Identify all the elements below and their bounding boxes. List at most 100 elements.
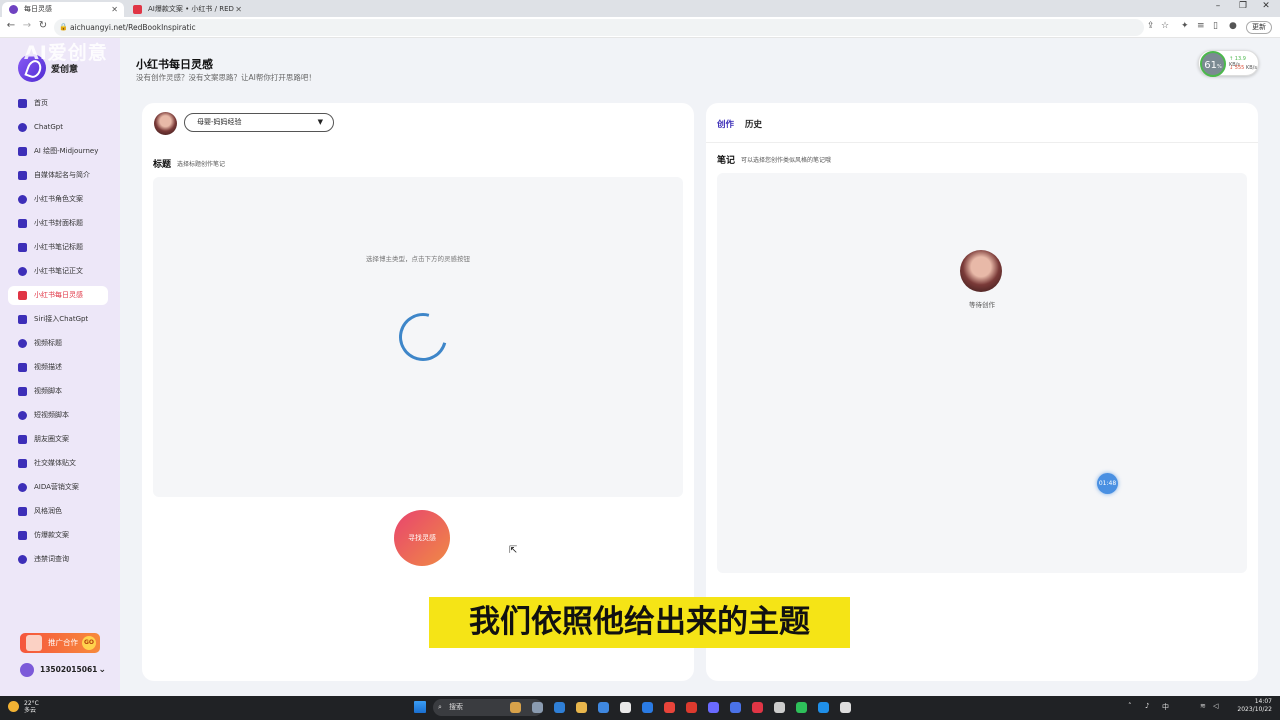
sidebar-item-label: 小红书角色文案 <box>34 195 83 203</box>
sidebar-item-label: 视频脚本 <box>34 387 62 395</box>
window-app-icon[interactable] <box>532 702 543 713</box>
app-icon[interactable] <box>642 702 653 713</box>
tab-create[interactable]: 创作 <box>717 118 734 130</box>
capcut-icon[interactable] <box>840 702 851 713</box>
url-field[interactable]: 🔒 aichuangyi.net/RedBookInspiratic <box>54 19 1144 36</box>
page-title: 小红书每日灵感 <box>136 58 213 71</box>
extensions-icon[interactable]: ✦ <box>1181 21 1189 31</box>
category-select[interactable]: 母婴-妈妈经验 ▼ <box>184 113 334 132</box>
weather-widget[interactable]: 22°C 多云 <box>8 700 39 714</box>
tab-title: 每日灵感 <box>24 5 52 13</box>
files-app-icon[interactable] <box>510 702 521 713</box>
profile-icon[interactable]: ● <box>1229 21 1237 31</box>
book-icon <box>18 195 27 204</box>
pen-app-icon[interactable] <box>620 702 631 713</box>
video-subtitle: 我们依照他给出来的主题 <box>429 597 850 648</box>
close-tab-icon[interactable]: ✕ <box>235 2 242 17</box>
sidebar-item[interactable]: 小红书每日灵感 <box>8 286 108 305</box>
chevron-up-icon[interactable]: ˄ <box>1128 702 1132 710</box>
speaker-icon[interactable]: ◁ <box>1213 702 1218 710</box>
sidebar-item[interactable]: 小红书笔记标题 <box>8 238 108 257</box>
sidebar-item[interactable]: 小红书笔记正文 <box>8 262 108 281</box>
sidebar-item[interactable]: 朋友圈文案 <box>8 430 108 449</box>
sidebar-item[interactable]: 自媒体起名与简介 <box>8 166 108 185</box>
url-text: aichuangyi.net/RedBookInspiratic <box>70 23 196 32</box>
sidebar-item[interactable]: AI 绘图-Midjourney <box>8 142 108 161</box>
mail-icon[interactable] <box>598 702 609 713</box>
app-icon[interactable] <box>752 702 763 713</box>
sidebar: 爱创意 AI爱创意 首页 ChatGpt AI 绘图-Midjourney 自媒体起名… <box>0 38 120 696</box>
taskbar-search[interactable]: ⌕ 搜索 <box>433 699 543 716</box>
bookmark-star-icon[interactable]: ☆ <box>1161 21 1169 31</box>
chrome-icon[interactable] <box>664 702 675 713</box>
clock-time: 14:07 <box>1254 698 1272 705</box>
timer-badge[interactable]: 01:48 <box>1097 473 1118 494</box>
clock[interactable]: 14:07 2023/10/22 <box>1237 698 1272 714</box>
sidebar-item[interactable]: 仿爆款文案 <box>8 526 108 545</box>
sidebar-item[interactable]: Siri接入ChatGpt <box>8 310 108 329</box>
sidebar-item[interactable]: 小红书封面标题 <box>8 214 108 233</box>
close-window-icon[interactable]: ✕ <box>1256 1 1276 11</box>
sidebar-item[interactable]: 视频标题 <box>8 334 108 353</box>
app-icon[interactable] <box>708 702 719 713</box>
sidebar-item-label: 小红书笔记正文 <box>34 267 83 275</box>
find-inspiration-button[interactable]: 寻找灵感 <box>394 510 450 566</box>
wechat-icon[interactable] <box>796 702 807 713</box>
update-button[interactable]: 更新 <box>1246 21 1272 34</box>
video-icon <box>18 339 27 348</box>
sidebar-item[interactable]: 社交媒体贴文 <box>8 454 108 473</box>
inspiration-card: 母婴-妈妈经验 ▼ 标题 选择标题创作笔记 选择博主类型，点击下方的灵感按钮 寻… <box>142 103 694 681</box>
weather-desc: 多云 <box>24 707 37 714</box>
browser-tab-red[interactable]: AI爆款文案 • 小红书 / RED ✕ <box>126 2 248 17</box>
sidebar-item-label: 小红书笔记标题 <box>34 243 83 251</box>
close-tab-icon[interactable]: ✕ <box>111 2 118 17</box>
wps-icon[interactable] <box>686 702 697 713</box>
sidebar-item[interactable]: 视频脚本 <box>8 382 108 401</box>
maximize-icon[interactable]: ❐ <box>1233 1 1253 11</box>
wifi-icon[interactable]: ≋ <box>1200 702 1206 710</box>
sidebar-item[interactable]: AIDA营销文案 <box>8 478 108 497</box>
back-icon[interactable]: ← <box>4 20 18 31</box>
new-tab-button[interactable]: + <box>250 1 272 16</box>
sidebar-item-label: AIDA营销文案 <box>34 483 79 491</box>
app-icon[interactable] <box>730 702 741 713</box>
sidebar-item[interactable]: 小红书角色文案 <box>8 190 108 209</box>
watermark: AI爱创意 <box>24 42 108 64</box>
fire-icon <box>18 531 27 540</box>
note-tabs: 创作 历史 <box>706 103 1258 143</box>
waiting-avatar <box>960 250 1002 292</box>
loading-spinner-icon <box>390 304 456 370</box>
browser-tab-daily-inspiration[interactable]: 每日灵感 ✕ <box>2 2 124 17</box>
reload-icon[interactable]: ↻ <box>36 20 50 31</box>
promo-button[interactable]: 推广合作 GO <box>20 633 100 653</box>
reading-list-icon[interactable]: ≡ <box>1197 21 1205 31</box>
sidebar-item-label: 朋友圈文案 <box>34 435 69 443</box>
sidebar-item[interactable]: 首页 <box>8 94 108 113</box>
sidebar-icon[interactable]: ▯ <box>1213 21 1218 31</box>
microphone-icon[interactable]: ♪ <box>1145 702 1149 710</box>
sidebar-item[interactable]: 违禁词查询 <box>8 550 108 569</box>
sidebar-item[interactable]: 短视频脚本 <box>8 406 108 425</box>
tab-history[interactable]: 历史 <box>745 118 762 130</box>
chevron-down-icon: ⌄ <box>98 665 106 675</box>
windows-start-icon[interactable] <box>414 701 426 713</box>
sidebar-item-label: 违禁词查询 <box>34 555 69 563</box>
sidebar-item[interactable]: 视频描述 <box>8 358 108 377</box>
network-speed-widget[interactable]: 61% ↑ 13.9 KB/s ↓ 555 KB/s <box>1198 50 1259 77</box>
app-icon[interactable] <box>774 702 785 713</box>
category-value: 母婴-妈妈经验 <box>197 118 242 126</box>
forward-icon[interactable]: → <box>20 20 34 31</box>
cloud-sun-icon <box>8 701 19 712</box>
folder-icon[interactable] <box>576 702 587 713</box>
share-icon[interactable]: ⇪ <box>1147 21 1155 31</box>
page-subtitle: 没有创作灵感？没有文案思路？让AI帮你打开思路吧！ <box>136 73 316 82</box>
sidebar-item[interactable]: ChatGpt <box>8 118 108 137</box>
tab-favicon-icon <box>9 5 18 14</box>
ime-indicator[interactable]: 中 <box>1162 702 1169 712</box>
edge-icon[interactable] <box>554 702 565 713</box>
minimize-icon[interactable]: – <box>1208 1 1228 11</box>
sidebar-item[interactable]: 风格润色 <box>8 502 108 521</box>
app-icon[interactable] <box>818 702 829 713</box>
moments-icon <box>18 435 27 444</box>
user-menu[interactable]: 13502015061 ⌄ <box>20 662 106 678</box>
